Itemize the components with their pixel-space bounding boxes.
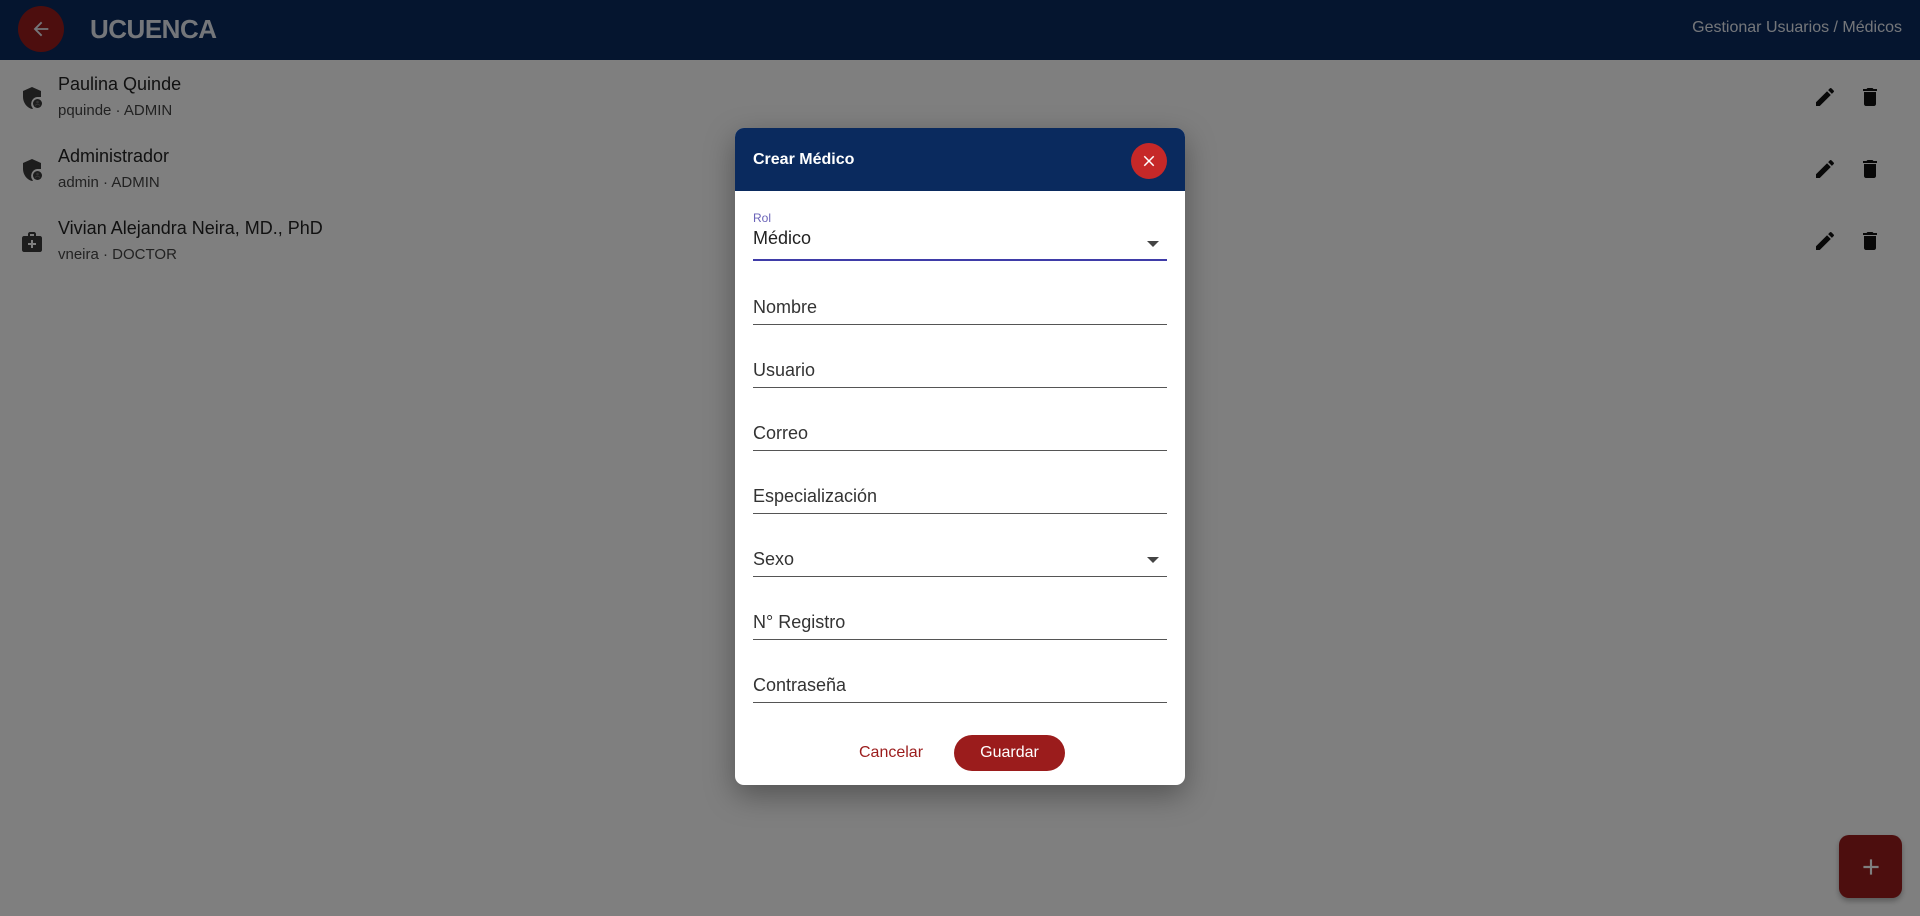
rol-label: Rol bbox=[753, 211, 772, 225]
especializacion-field[interactable]: Especialización bbox=[753, 464, 1167, 514]
save-button[interactable]: Guardar bbox=[954, 735, 1065, 771]
contrasena-field[interactable]: Contraseña bbox=[753, 653, 1167, 703]
close-button[interactable] bbox=[1131, 143, 1167, 179]
registro-field[interactable]: N° Registro bbox=[753, 590, 1167, 640]
especializacion-placeholder: Especialización bbox=[753, 486, 878, 506]
chevron-down-icon bbox=[1147, 557, 1159, 563]
create-doctor-dialog: Crear Médico Rol Médico Nombre Usuario C… bbox=[735, 128, 1185, 785]
rol-value: Médico bbox=[753, 228, 812, 248]
dialog-header: Crear Médico bbox=[735, 128, 1185, 191]
nombre-field[interactable]: Nombre bbox=[753, 275, 1167, 325]
usuario-field[interactable]: Usuario bbox=[753, 338, 1167, 388]
close-icon bbox=[1143, 155, 1155, 167]
correo-placeholder: Correo bbox=[753, 423, 809, 443]
chevron-down-icon bbox=[1147, 241, 1159, 247]
nombre-placeholder: Nombre bbox=[753, 297, 818, 317]
registro-placeholder: N° Registro bbox=[753, 612, 846, 632]
correo-field[interactable]: Correo bbox=[753, 401, 1167, 451]
dialog-title: Crear Médico bbox=[753, 151, 855, 168]
contrasena-placeholder: Contraseña bbox=[753, 675, 847, 695]
sexo-select[interactable]: Sexo bbox=[753, 527, 1167, 577]
cancel-button[interactable]: Cancelar bbox=[859, 744, 923, 762]
sexo-placeholder: Sexo bbox=[753, 549, 795, 569]
usuario-placeholder: Usuario bbox=[753, 360, 816, 380]
rol-select[interactable]: Rol Médico bbox=[753, 211, 1167, 261]
